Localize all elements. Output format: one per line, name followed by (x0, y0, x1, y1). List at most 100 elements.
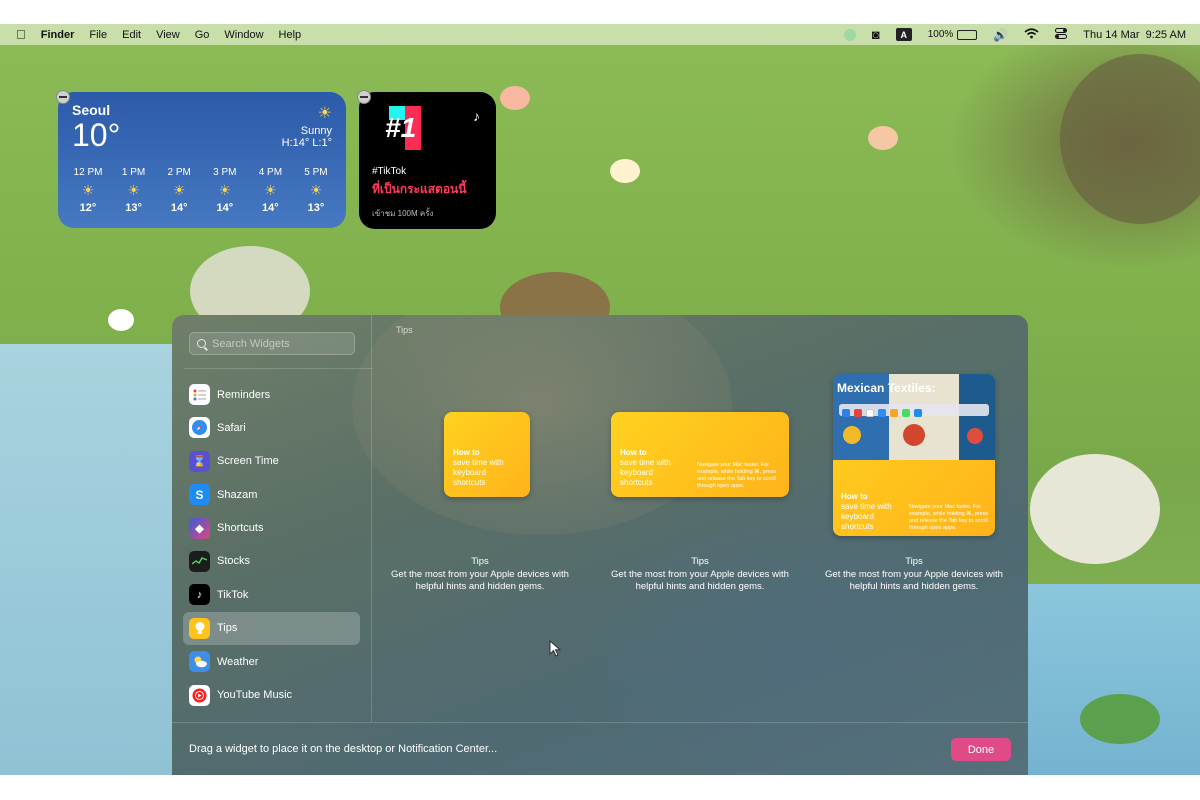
menu-file[interactable]: File (89, 29, 107, 41)
weather-condition-block: ☀ Sunny H:14° L:1° (281, 105, 332, 150)
tip-line-2: save time with (841, 502, 892, 511)
search-widgets-input[interactable] (212, 337, 352, 350)
menu-app-finder[interactable]: Finder (41, 29, 75, 41)
minus-icon (360, 96, 368, 98)
tip-image-headline: Mexican Textiles: (837, 381, 936, 395)
wallpaper-flower-decoration (868, 126, 898, 150)
sun-icon: ☀ (172, 182, 186, 198)
done-button[interactable]: Done (951, 738, 1011, 761)
search-icon (197, 339, 206, 348)
hourly-forecast-item: 5 PM ☀ 13° (296, 167, 336, 214)
widget-caption: Tips Get the most from your Apple device… (610, 556, 790, 593)
image-panel (959, 374, 995, 460)
status-indicator-icon[interactable] (843, 28, 856, 41)
sidebar-item-label: Shazam (217, 488, 258, 501)
footer-hint: Drag a widget to place it on the desktop… (189, 743, 498, 755)
hour-label: 12 PM (73, 167, 103, 178)
sidebar-item-reminders[interactable]: Reminders (183, 378, 360, 411)
remove-tiktok-widget-button[interactable] (357, 90, 371, 104)
textile-pattern (843, 426, 861, 444)
widget-gallery-panel: Reminders Safari ⌛ Screen Time S Shazam … (172, 315, 1028, 775)
weather-widget[interactable]: Seoul 10° ☀ Sunny H:14° L:1° 12 PM ☀ 12° 1… (58, 92, 346, 228)
tip-line-4: shortcuts (841, 522, 874, 531)
remove-weather-widget-button[interactable] (56, 90, 70, 104)
tiktok-widget[interactable]: #1 ♪ #TikTok ที่เป็นกระแสตอนนี้ เข้าชม 1… (359, 92, 496, 229)
sun-icon: ☀ (317, 105, 332, 122)
gallery-footer: Drag a widget to place it on the desktop… (172, 722, 1028, 775)
sidebar-item-label: Tips (217, 622, 238, 635)
hour-temp: 13° (125, 202, 142, 214)
hour-label: 2 PM (167, 167, 191, 178)
wallpaper-hill-decoration (1060, 54, 1200, 224)
battery-status[interactable]: 100% (928, 29, 978, 40)
menu-window[interactable]: Window (224, 29, 263, 41)
hour-label: 5 PM (304, 167, 328, 178)
sidebar-item-shortcuts[interactable]: ◆ Shortcuts (183, 512, 360, 545)
tips-widget-large-preview[interactable]: Mexican Textiles: How to save time with … (833, 374, 995, 536)
sidebar-item-tips[interactable]: Tips (183, 611, 360, 645)
weather-hourly-forecast: 12 PM ☀ 12° 1 PM ☀ 13° 2 PM ☀ 14° 3 PM ☀ 14° 4 P… (68, 167, 336, 214)
hourly-forecast-item: 12 PM ☀ 12° (68, 167, 108, 214)
hour-temp: 14° (262, 202, 279, 214)
tip-line-4: shortcuts (620, 478, 653, 487)
menu-go[interactable]: Go (195, 29, 210, 41)
sidebar-item-label: Stocks (217, 555, 251, 568)
battery-icon (957, 29, 978, 40)
sidebar-item-youtube-music[interactable]: YouTube Music (183, 679, 360, 712)
widget-caption-description: Get the most from your Apple devices wit… (391, 569, 569, 592)
sidebar-item-weather[interactable]: Weather (183, 645, 360, 678)
tips-widget-medium-preview[interactable]: How to save time with keyboard shortcuts… (611, 412, 789, 497)
wallpaper-water-left (0, 344, 180, 775)
input-source-icon[interactable]: A (895, 28, 912, 41)
weather-high-low: H:14° L:1° (281, 137, 332, 149)
sun-icon: ☀ (127, 182, 140, 198)
control-center-icon[interactable] (1055, 27, 1068, 42)
tip-line-1: How to (453, 448, 480, 457)
sidebar-item-label: Reminders (217, 388, 271, 401)
sidebar-item-stocks[interactable]: Stocks (183, 545, 360, 578)
tip-line-4: shortcuts (453, 478, 486, 487)
wifi-icon[interactable] (1024, 27, 1039, 42)
tip-line-3: keyboard (841, 512, 874, 521)
tiktok-headline: ที่เป็นกระแสตอนนี้ (372, 182, 467, 196)
textile-pattern (967, 428, 983, 444)
stocks-icon (189, 550, 210, 572)
volume-icon[interactable]: 🔊 (993, 28, 1008, 42)
shazam-icon: S (189, 484, 210, 506)
menu-edit[interactable]: Edit (122, 29, 141, 41)
hourly-forecast-item: 3 PM ☀ 14° (205, 167, 245, 214)
weather-condition: Sunny (300, 125, 332, 137)
weather-icon (189, 651, 210, 673)
widget-caption: Tips Get the most from your Apple device… (390, 556, 570, 593)
tip-line-3: keyboard (453, 468, 486, 477)
menu-help[interactable]: Help (279, 29, 302, 41)
sidebar-item-shazam[interactable]: S Shazam (183, 478, 360, 511)
sidebar-item-screen-time[interactable]: ⌛ Screen Time (183, 445, 360, 478)
tip-card-headline: How to save time with keyboard shortcuts (620, 448, 671, 488)
hour-label: 1 PM (121, 167, 146, 178)
sidebar-item-label: Safari (217, 421, 246, 434)
tip-line-2: save time with (620, 458, 671, 467)
sun-icon: ☀ (218, 182, 232, 198)
sidebar-item-safari[interactable]: Safari (183, 411, 360, 444)
tips-widget-small-preview[interactable]: How to save time with keyboard shortcuts (444, 412, 530, 497)
menu-view[interactable]: View (156, 29, 180, 41)
sun-icon: ☀ (309, 182, 323, 198)
battery-percent: 100% (927, 29, 954, 40)
sidebar-item-tiktok[interactable]: ♪ TikTok (183, 578, 360, 611)
hour-temp: 14° (216, 202, 234, 214)
hour-temp: 14° (170, 202, 188, 214)
apple-menu-icon[interactable]:  (16, 27, 26, 42)
tiktok-views: เข้าชม 100M ครั้ง (372, 209, 434, 218)
search-widgets-field[interactable] (189, 332, 355, 355)
widget-caption-name: Tips (691, 556, 709, 567)
screen-recording-icon[interactable]: ◙ (872, 27, 880, 42)
tiktok-logo-icon: ♪ (473, 108, 480, 124)
clock[interactable]: Thu 14 Mar 9:25 AM (1083, 29, 1186, 41)
sun-icon: ☀ (264, 182, 277, 198)
section-title: Tips (396, 325, 413, 335)
tip-card-headline: How to save time with keyboard shortcuts (453, 448, 504, 488)
tip-line-3: keyboard (620, 468, 653, 477)
shortcuts-icon: ◆ (189, 517, 210, 539)
sidebar-item-label: Screen Time (217, 455, 279, 468)
